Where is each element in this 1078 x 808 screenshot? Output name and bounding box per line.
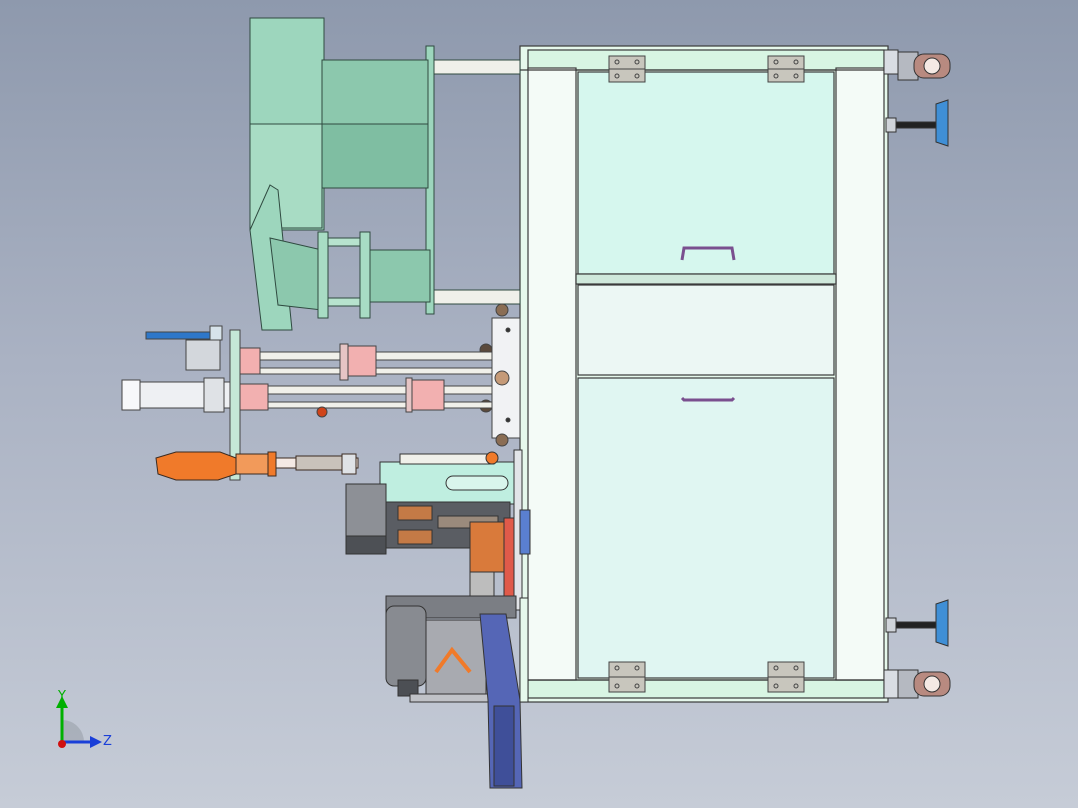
casters-and-feet: [883, 49, 951, 699]
leveling-foot-bottom: [885, 599, 949, 647]
slide-table-cap: [399, 453, 495, 465]
triad-quarter-disc: [62, 720, 84, 742]
spring-assembly: [155, 451, 359, 481]
bushing-4: [409, 379, 445, 411]
slide-table: [345, 449, 523, 611]
cabinet-middle-rail: [575, 273, 837, 285]
hinge-top-left: [608, 55, 646, 83]
cabinet-bottom-rail: [527, 679, 885, 699]
hinge-top-right: [767, 55, 805, 83]
mounting-rod-lower: [431, 289, 521, 305]
gear-coil-2: [397, 529, 433, 545]
cutter-cylinder: [385, 605, 427, 687]
reducer-flange-left: [317, 231, 329, 319]
guide-rod-3: [235, 385, 493, 395]
blue-chute-inner: [493, 705, 515, 787]
cabinet-lower-door: [577, 377, 835, 679]
mounting-rod-upper: [431, 59, 521, 75]
cabinet-drawer: [577, 284, 835, 376]
motor-assembly: [249, 17, 521, 331]
reducer-flange-right: [359, 231, 371, 319]
frame-foot-bracket: [519, 597, 529, 703]
bushing-2: [345, 345, 377, 377]
machine-assembly-drawing: Y Z: [56, 17, 951, 789]
side-sensor: [519, 509, 531, 555]
gear-coil-1: [397, 505, 433, 521]
caster-top: [883, 49, 951, 81]
air-cylinder-head: [203, 377, 225, 413]
hinge-bottom-left: [608, 661, 646, 693]
coordinate-triad: Y Z: [56, 689, 112, 749]
leveling-foot-top: [885, 99, 949, 147]
reducer-shaft-2: [327, 297, 361, 307]
y-axis-label: Y: [57, 689, 66, 704]
sensor-box: [185, 339, 221, 371]
spring-mount: [341, 453, 357, 475]
lever-pivot: [209, 325, 223, 341]
orange-sleeve: [235, 453, 273, 475]
slide-mount: [479, 303, 521, 447]
bushing-3: [239, 383, 269, 411]
z-axis-arrow-icon: [90, 736, 102, 748]
cad-viewport[interactable]: Y Z: [0, 0, 1078, 808]
caster-bottom: [883, 669, 951, 699]
gear-reducer: [369, 249, 431, 303]
hinge-bottom-right: [767, 661, 805, 693]
cabinet-right-post: [835, 67, 885, 681]
cabinet-left-post: [527, 67, 577, 681]
reducer-shaft: [327, 237, 361, 247]
z-axis-label: Z: [103, 734, 112, 749]
motor-cylinder-middle: [321, 123, 429, 189]
guide-rod-4: [235, 401, 493, 409]
cabinet-upper-door: [577, 71, 835, 275]
collar-2: [405, 377, 413, 413]
slide-table-slot: [445, 475, 509, 491]
motor-support-arm: [269, 237, 323, 311]
clamp-jaw: [469, 571, 495, 599]
x-axis-origin-icon: [58, 740, 66, 748]
motor-cylinder-upper: [321, 59, 429, 127]
stepper-motor: [345, 483, 387, 537]
cabinet-top-rail: [527, 49, 885, 71]
orange-handle: [155, 451, 237, 481]
collar-1: [339, 343, 349, 381]
clamp-block: [469, 521, 505, 573]
cutter-bottom-rail: [409, 693, 501, 703]
spring-end: [267, 451, 277, 477]
cabinet-frame: [519, 45, 889, 703]
blue-lever: [145, 331, 219, 340]
air-cylinder-cap: [121, 379, 141, 411]
spring-coil: [295, 455, 343, 471]
stepper-motor-back: [345, 535, 387, 555]
